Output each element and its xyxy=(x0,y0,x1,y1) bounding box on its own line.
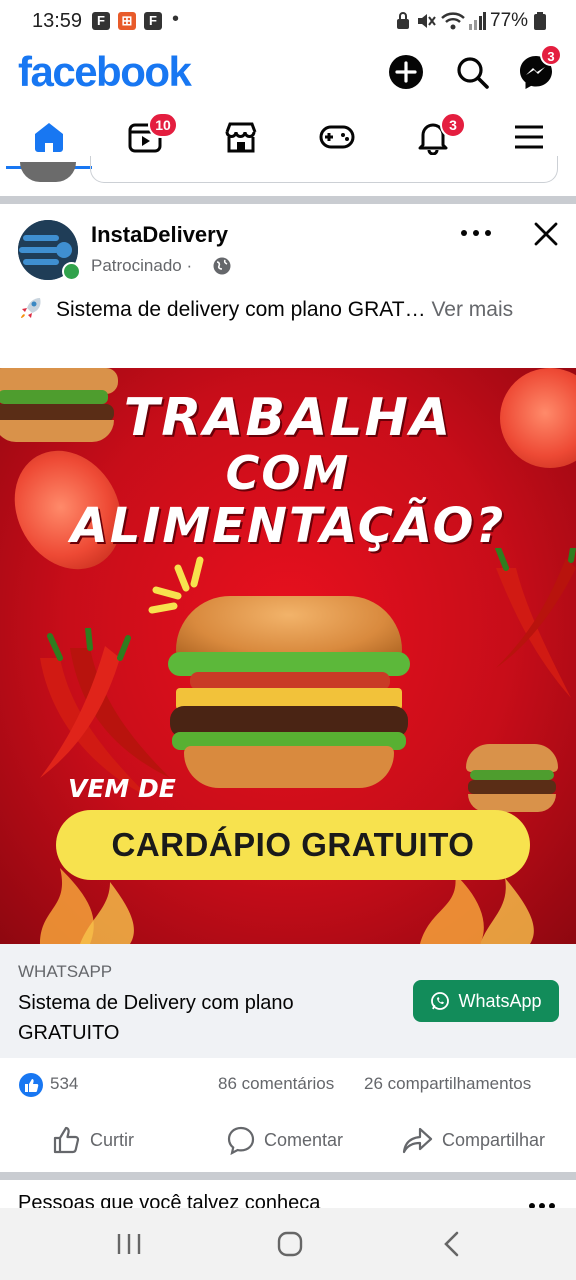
signal-icon xyxy=(469,12,486,30)
close-icon[interactable] xyxy=(532,220,560,248)
post-text: Sistema de delivery com plano GRAT… Ver … xyxy=(18,294,538,325)
vem-de-text: VEM DE xyxy=(68,774,176,803)
post-text-body: Sistema de delivery com plano GRAT… xyxy=(56,298,426,321)
comment-button-label: Comentar xyxy=(264,1129,344,1150)
like-button-label: Curtir xyxy=(90,1129,134,1150)
headline-line-2: COM xyxy=(225,446,351,500)
create-button[interactable] xyxy=(386,52,426,92)
see-more-link[interactable]: Ver mais xyxy=(431,298,513,321)
marketplace-icon xyxy=(225,122,257,153)
facebook-notif-icon: F xyxy=(92,12,110,30)
facebook-notif-icon-2: F xyxy=(144,12,162,30)
lock-icon xyxy=(397,12,409,29)
composer-input[interactable] xyxy=(90,156,558,183)
battery-icon xyxy=(534,12,546,30)
more-options-icon[interactable] xyxy=(460,228,492,238)
headline-line-1: TRABALHA xyxy=(123,388,453,448)
home-nav-icon[interactable] xyxy=(276,1230,304,1258)
previous-post-remnant xyxy=(0,156,576,196)
status-bar: 13:59 F ⊞ F • 77% xyxy=(0,0,576,44)
chili-peppers xyxy=(495,548,576,698)
rocket-icon xyxy=(21,298,41,318)
comment-button[interactable]: Comentar xyxy=(226,1122,343,1158)
video-badge: 10 xyxy=(148,112,178,138)
like-button[interactable]: Curtir xyxy=(52,1122,134,1158)
online-indicator xyxy=(62,262,81,281)
plus-icon xyxy=(389,55,423,89)
wifi-icon xyxy=(441,12,465,30)
status-time: 13:59 xyxy=(32,10,83,32)
share-icon xyxy=(402,1127,433,1154)
link-title: Sistema de Delivery com plano GRATUITO xyxy=(18,992,294,1044)
page-name[interactable]: InstaDelivery xyxy=(91,222,228,248)
back-icon[interactable] xyxy=(440,1230,464,1258)
like-reaction-icon xyxy=(19,1073,43,1097)
feed-separator xyxy=(0,196,576,204)
whatsapp-button-label: WhatsApp xyxy=(458,990,542,1011)
home-icon xyxy=(35,123,63,152)
app-header: facebook 3 xyxy=(0,44,576,106)
burst-lines xyxy=(148,556,204,614)
cta-pill: CARDÁPIO GRATUITO xyxy=(56,810,530,880)
search-icon xyxy=(457,57,489,89)
thumbs-up-icon xyxy=(53,1126,80,1154)
app-notif-icon: ⊞ xyxy=(118,12,136,30)
link-preview-bar[interactable]: WHATSAPP Sistema de Delivery com plano G… xyxy=(0,944,576,1058)
post-actions: Curtir Comentar Compartilhar xyxy=(0,1114,576,1164)
link-domain: WHATSAPP xyxy=(18,962,113,981)
burger-illustration xyxy=(166,596,412,790)
gamepad-icon xyxy=(319,125,355,149)
ad-creative-image[interactable]: TRABALHA COM ALIMENTAÇÃO? VEM DE CARDÁPI… xyxy=(0,368,576,944)
whatsapp-icon xyxy=(431,992,450,1010)
headline-line-3: ALIMENTAÇÃO? xyxy=(70,498,506,554)
hamburger-icon xyxy=(515,125,543,149)
whatsapp-button[interactable]: WhatsApp xyxy=(413,980,559,1022)
system-navigation-bar xyxy=(0,1208,576,1280)
facebook-logo[interactable]: facebook xyxy=(18,48,192,96)
recent-apps-icon[interactable] xyxy=(116,1232,142,1256)
like-count[interactable]: 534 xyxy=(50,1074,78,1094)
mute-icon xyxy=(418,14,436,28)
feed-separator xyxy=(0,1172,576,1180)
share-button[interactable]: Compartilhar xyxy=(402,1122,545,1158)
sponsored-label[interactable]: Patrocinado · xyxy=(91,256,192,276)
avatar xyxy=(20,162,76,182)
globe-icon xyxy=(213,257,231,275)
tab-home[interactable] xyxy=(4,106,94,168)
comment-icon xyxy=(227,1126,255,1155)
shares-count[interactable]: 26 compartilhamentos xyxy=(364,1074,531,1094)
sponsored-post: InstaDelivery Patrocinado · Sistema de d… xyxy=(0,204,576,1172)
post-stats: 534 86 comentários 26 compartilhamentos xyxy=(0,1058,576,1106)
battery-percent: 77% xyxy=(490,10,529,31)
share-button-label: Compartilhar xyxy=(442,1129,546,1150)
notifications-badge: 3 xyxy=(440,112,466,138)
messenger-badge: 3 xyxy=(540,44,562,66)
comments-count[interactable]: 86 comentários xyxy=(218,1074,334,1094)
more-notifs-dot: • xyxy=(172,8,180,30)
search-button[interactable] xyxy=(452,52,492,92)
